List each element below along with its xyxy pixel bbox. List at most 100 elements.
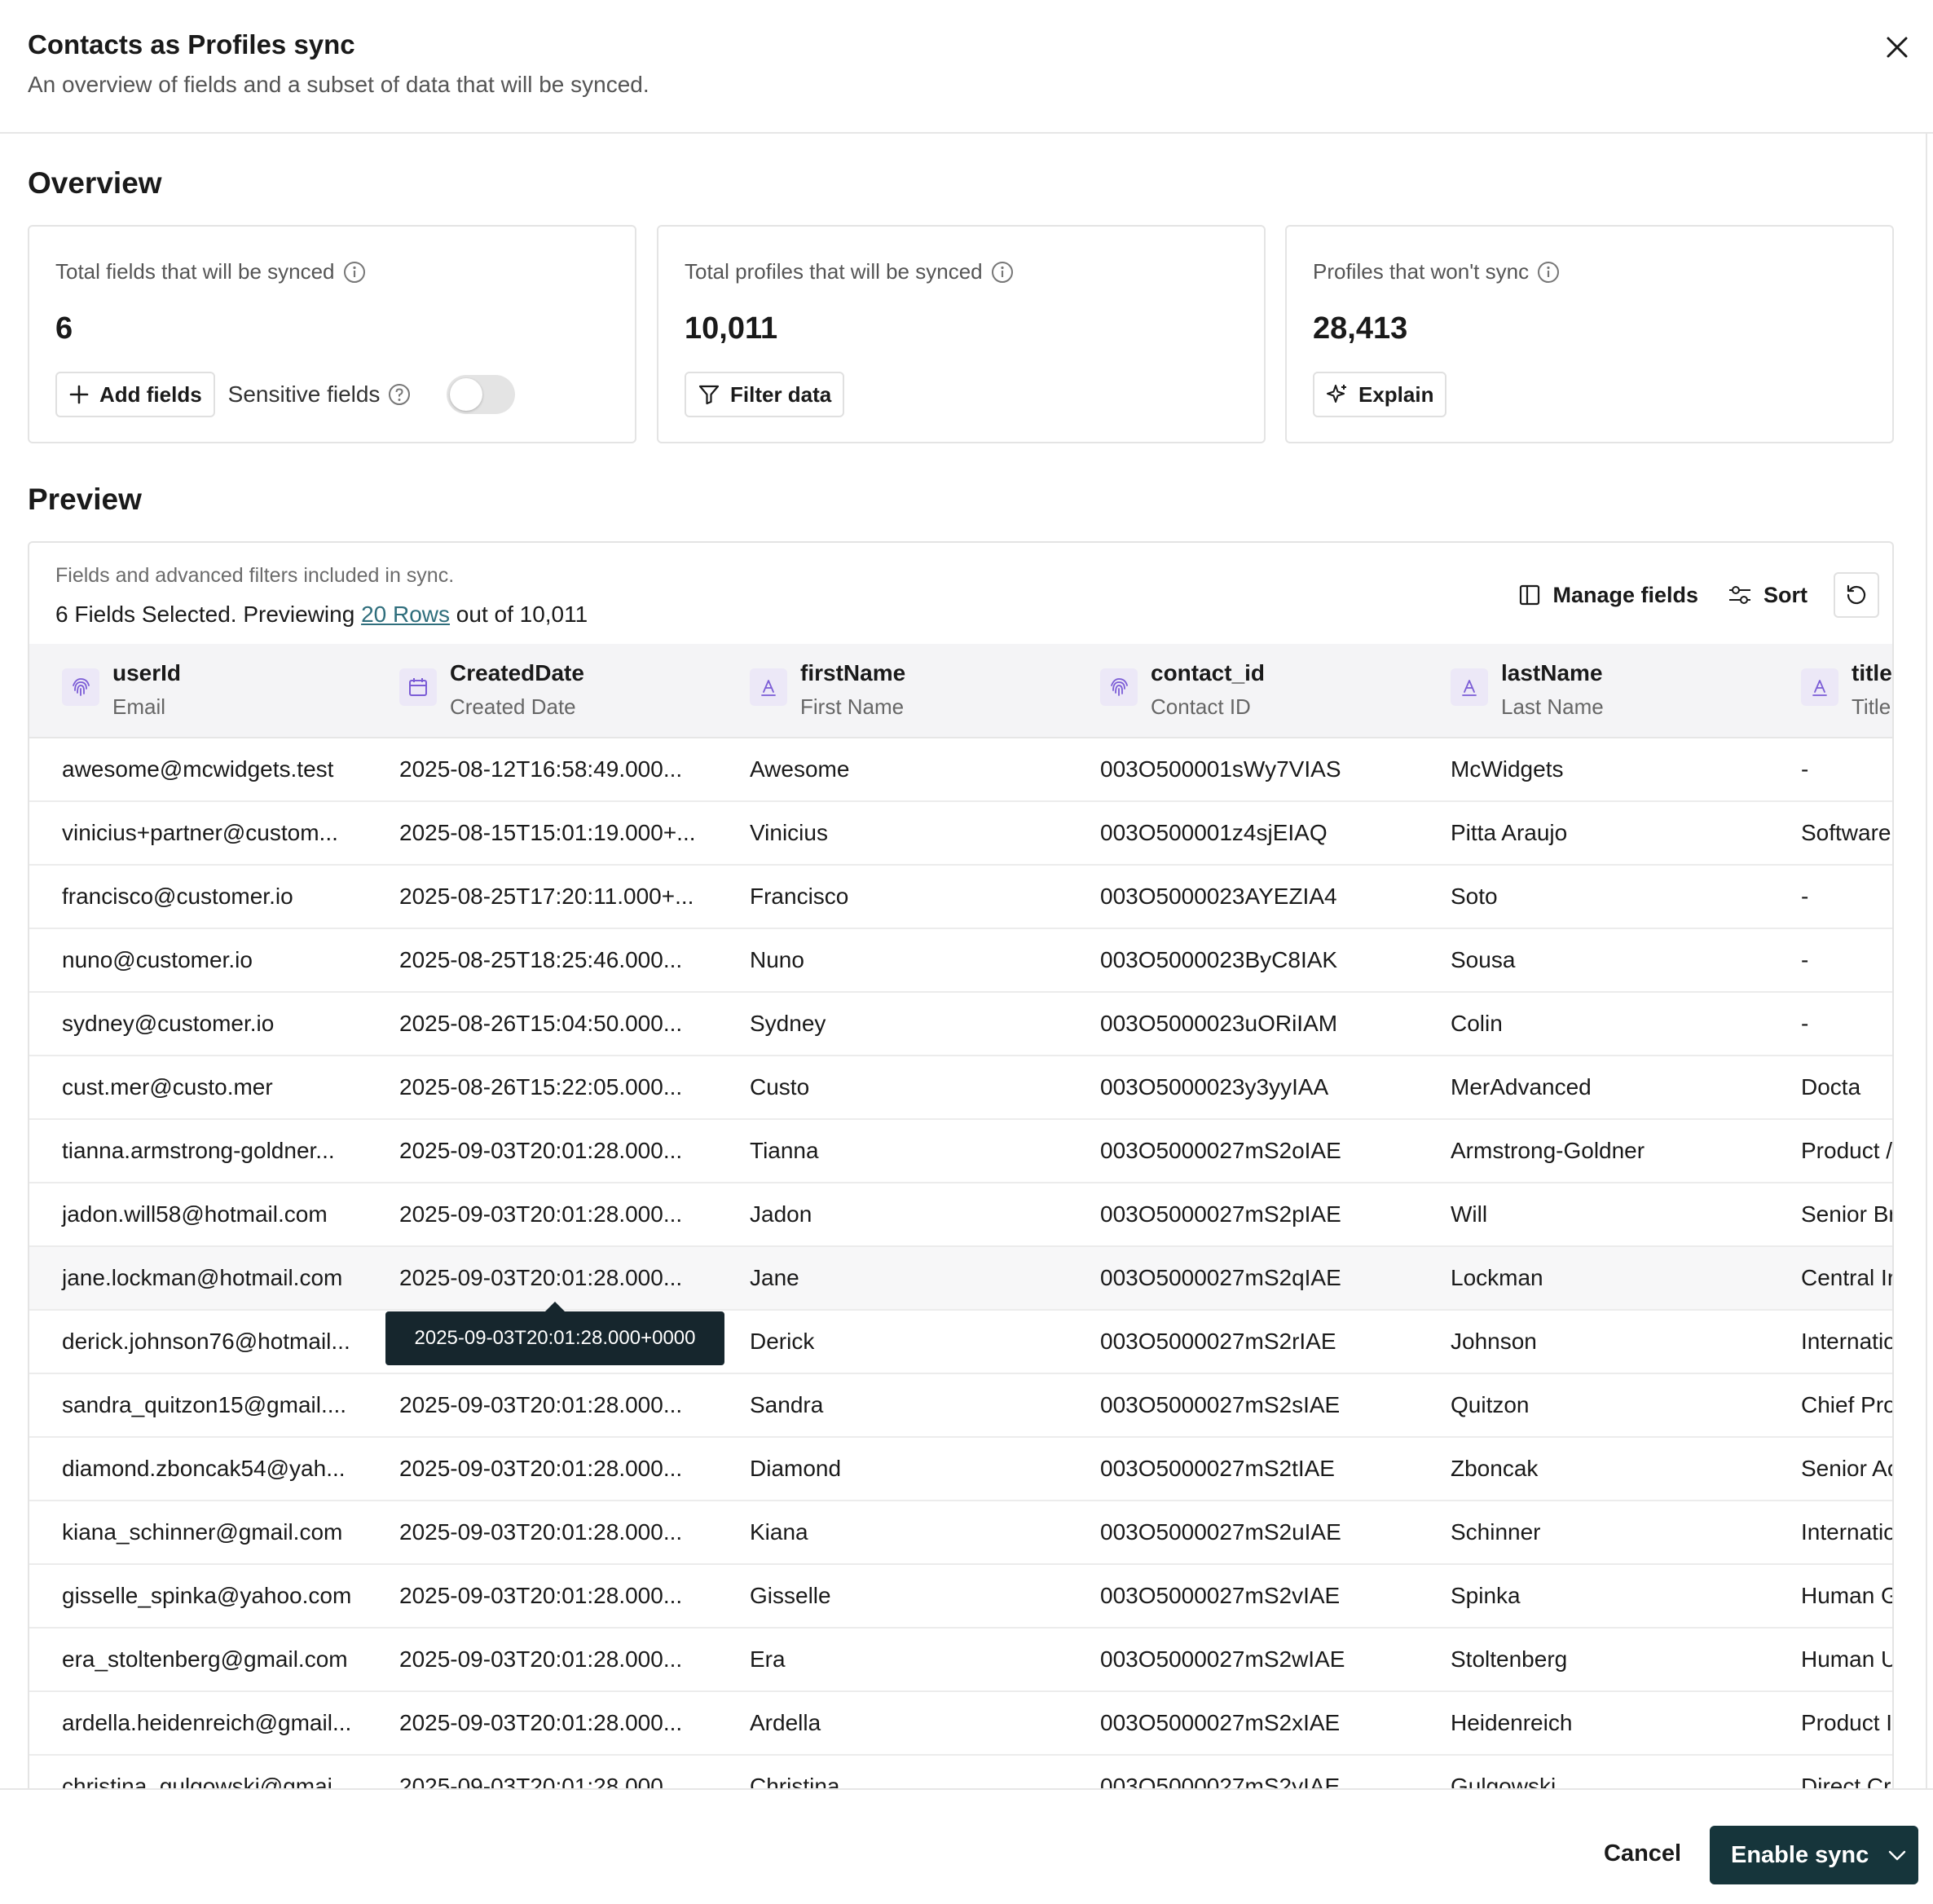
table-cell: 003O5000027mS2xIAE (1100, 1710, 1341, 1735)
column-field-name: contact_id (1151, 660, 1266, 685)
filter-data-button[interactable]: Filter data (685, 372, 845, 417)
column-field-label: First Name (800, 694, 905, 719)
modal-subtitle: An overview of fields and a subset of da… (28, 72, 649, 97)
column-header-firstName[interactable]: firstName First Name (717, 644, 1068, 737)
table-cell: Pitta Araujo (1451, 820, 1568, 845)
table-cell: Custo (750, 1074, 810, 1100)
help-icon[interactable] (388, 383, 411, 406)
table-row[interactable]: tianna.armstrong-goldner... 2025-09-03T20… (29, 1120, 1892, 1183)
column-names: firstName First Name (800, 660, 905, 720)
column-field-name: title (1852, 660, 1892, 685)
sliders-icon (1729, 586, 1750, 604)
table-cell: 003O5000027mS2wIAE (1100, 1646, 1345, 1672)
table-row[interactable]: kiana_schinner@gmail.com 2025-09-03T20:01… (29, 1501, 1894, 1565)
reset-button[interactable] (1834, 572, 1879, 618)
table-cell: tianna.armstrong-goldner... (62, 1138, 335, 1163)
cancel-button[interactable]: Cancel (1589, 1826, 1696, 1881)
column-header-title[interactable]: title Title (1768, 644, 1892, 737)
table-cell: 003O5000027mS2oIAE (1100, 1138, 1341, 1163)
table-body: awesome@mcwidgets.test 2025-08-12T16:58:4… (29, 738, 1894, 1795)
table-cell: kiana_schinner@gmail.com (62, 1519, 343, 1545)
date-tooltip: 2025-09-03T20:01:28.000+0000 (385, 1302, 724, 1365)
rows-link[interactable]: 20 Rows (361, 602, 450, 627)
info-icon[interactable] (343, 261, 366, 284)
sparkle-icon (1327, 385, 1346, 403)
manage-fields-label: Manage fields (1552, 582, 1698, 607)
table-cell: jane.lockman@hotmail.com (62, 1265, 343, 1290)
column-header-userId[interactable]: userId Email (29, 644, 367, 737)
column-header-contact_id[interactable]: contact_id Contact ID (1068, 644, 1418, 737)
filter-data-label: Filter data (730, 381, 832, 407)
unsynced-card: Profiles that won't sync 28,413 Explain (1285, 225, 1894, 443)
table-cell: Internatio (1801, 1329, 1894, 1354)
preview-panel: Fields and advanced filters included in … (28, 541, 1894, 1796)
column-header-CreatedDate[interactable]: CreatedDate Created Date (367, 644, 717, 737)
info-icon[interactable] (1537, 261, 1560, 284)
table-row[interactable]: nuno@customer.io 2025-08-25T18:25:46.000.… (29, 929, 1892, 993)
sort-label: Sort (1763, 582, 1808, 607)
refresh-icon (1847, 584, 1866, 605)
table-row[interactable]: era_stoltenberg@gmail.com 2025-09-03T20:0… (29, 1629, 1892, 1692)
column-field-name: lastName (1501, 660, 1603, 685)
sort-button[interactable]: Sort (1713, 572, 1822, 618)
table-row[interactable]: sydney@customer.io 2025-08-26T15:04:50.00… (29, 993, 1892, 1056)
table-row[interactable]: francisco@customer.io 2025-08-25T17:20:11… (29, 866, 1892, 929)
table-row[interactable]: sandra_quitzon15@gmail.... 2025-09-03T20:… (29, 1374, 1892, 1438)
table-cell: vinicius+partner@custom... (62, 820, 338, 845)
table-row[interactable]: ardella.heidenreich@gmail... 2025-09-03T2… (29, 1692, 1892, 1756)
column-field-name: CreatedDate (450, 660, 584, 685)
column-header-lastName[interactable]: lastName Last Name (1418, 644, 1768, 737)
table-cell: derick.johnson76@hotmail... (62, 1329, 350, 1354)
table-cell: Stoltenberg (1451, 1646, 1568, 1672)
close-button[interactable] (1879, 29, 1915, 65)
chevron-down-icon[interactable] (1887, 1844, 1908, 1866)
table-cell: - (1801, 1011, 1809, 1036)
table-cell: 2025-08-12T16:58:49.000... (399, 756, 683, 782)
add-fields-button[interactable]: Add fields (55, 372, 215, 417)
table-cell: - (1801, 756, 1809, 782)
table-cell: 003O5000027mS2sIAE (1100, 1392, 1341, 1417)
info-icon[interactable] (991, 261, 1014, 284)
table-cell: 2025-08-26T15:04:50.000... (399, 1011, 683, 1036)
manage-fields-button[interactable]: Manage fields (1504, 572, 1713, 618)
table-cell: 2025-08-15T15:01:19.000+... (399, 820, 696, 845)
text-icon (750, 668, 787, 706)
table-cell: Jane (750, 1265, 799, 1290)
table-cell: cust.mer@custo.mer (62, 1074, 273, 1100)
table-cell: Internatio (1801, 1519, 1894, 1545)
table-cell: Awesome (750, 756, 850, 782)
table-row[interactable]: diamond.zboncak54@yah... 2025-09-03T20:01… (29, 1438, 1892, 1501)
table-row[interactable]: gisselle_spinka@yahoo.com 2025-09-03T20:0… (29, 1565, 1894, 1629)
explain-button[interactable]: Explain (1313, 372, 1447, 417)
column-names: title Title (1852, 660, 1892, 720)
table-cell: era_stoltenberg@gmail.com (62, 1646, 348, 1672)
table-cell: nuno@customer.io (62, 947, 253, 972)
table-cell: 003O5000023ByC8IAK (1100, 947, 1338, 972)
scrollbar-track[interactable] (1926, 134, 1927, 1788)
table-row[interactable]: vinicius+partner@custom... 2025-08-15T15:… (29, 802, 1892, 866)
table-cell: Senior Br (1801, 1201, 1894, 1227)
enable-sync-button[interactable]: Enable sync (1710, 1826, 1918, 1884)
column-field-label: Created Date (450, 694, 576, 719)
modal-title: Contacts as Profiles sync (28, 29, 355, 60)
table-cell: Diamond (750, 1456, 842, 1481)
table-row[interactable]: cust.mer@custo.mer 2025-08-26T15:22:05.00… (29, 1056, 1892, 1120)
toggle-knob (450, 378, 483, 411)
table-cell: Sydney (750, 1011, 826, 1036)
table-cell: Tianna (750, 1138, 819, 1163)
table-cell: Sandra (750, 1392, 824, 1417)
table-row[interactable]: awesome@mcwidgets.test 2025-08-12T16:58:4… (29, 738, 1892, 802)
table-cell: 2025-09-03T20:01:28.000... (399, 1456, 683, 1481)
text-icon (1451, 668, 1488, 706)
table-cell: Human G (1801, 1583, 1894, 1608)
table-row[interactable]: derick.johnson76@hotmail... Derick 003O500… (29, 1311, 1894, 1374)
summary-prefix: 6 Fields Selected. Previewing (55, 602, 362, 627)
sensitive-fields-toggle[interactable] (447, 375, 516, 414)
table-row[interactable]: jane.lockman@hotmail.com 2025-09-03T20:01… (29, 1247, 1892, 1311)
table-cell: ardella.heidenreich@gmail... (62, 1710, 352, 1735)
table-cell: 003O5000027mS2tIAE (1100, 1456, 1335, 1481)
text-icon (1801, 668, 1838, 706)
table-row[interactable]: jadon.will58@hotmail.com 2025-09-03T20:01… (29, 1183, 1894, 1247)
table-cell: Nuno (750, 947, 804, 972)
table-cell: Jadon (750, 1201, 812, 1227)
